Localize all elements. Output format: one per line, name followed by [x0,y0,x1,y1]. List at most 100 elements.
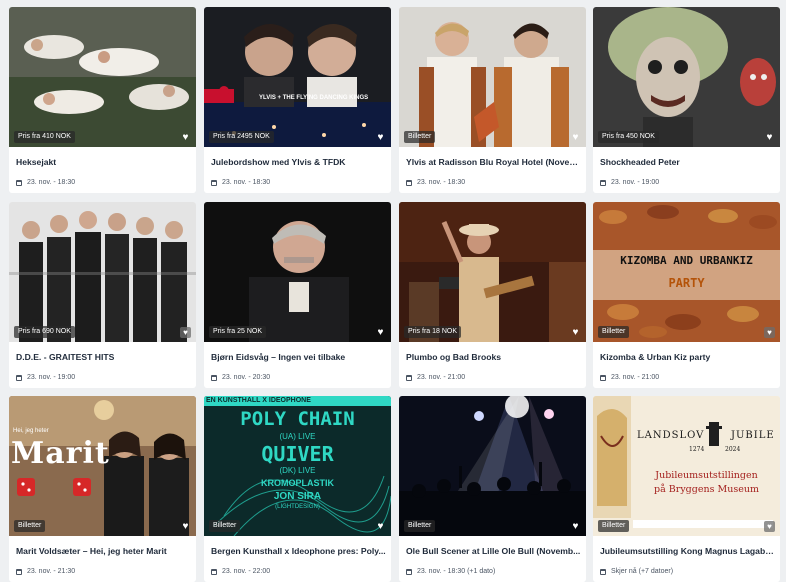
event-image[interactable]: Pris fra 690 NOK ♥ [9,202,196,342]
poster-year: 2024 [725,446,741,453]
event-card[interactable]: Pris fra 410 NOK ♥ Heksejakt 23. nov. - … [9,7,196,193]
event-image[interactable]: Billetter ♥ [399,396,586,536]
calendar-icon [406,568,412,575]
poster-heading: LANDSLOV [637,430,705,441]
poster-top: EN KUNSTHALL X IDEOPHONE [206,397,311,404]
heart-icon[interactable]: ♥ [764,327,775,338]
poster-year: 1274 [689,446,705,453]
poster-line: (DK) LIVE [279,466,316,475]
heart-icon[interactable]: ♥ [375,132,386,143]
heart-icon[interactable]: ♥ [180,327,191,338]
event-image[interactable]: LANDSLOV JUBILE 1274 2024 Jubileumsutsti… [593,396,780,536]
heart-icon[interactable]: ♥ [570,132,581,143]
event-title[interactable]: Marit Voldsæter – Hei, jeg heter Marit [16,546,192,556]
event-card[interactable]: Hei, jeg heter Marit Billetter ♥ Marit V… [9,396,196,582]
event-title[interactable]: Heksejakt [16,157,192,167]
poster-text: YLVIS + THE FLYING DANCING KINGS [259,95,369,101]
event-date: 23. nov. - 18:30 [16,179,75,186]
calendar-icon [211,374,217,381]
event-image[interactable]: Hei, jeg heter Marit Billetter ♥ [9,396,196,536]
poster-line: (UA) LIVE [279,432,316,441]
calendar-icon [211,179,217,186]
event-card[interactable]: LANDSLOV JUBILE 1274 2024 Jubileumsutsti… [593,396,780,582]
event-title[interactable]: Bergen Kunsthall x Ideophone pres: Poly.… [211,546,387,556]
event-date: 23. nov. - 18:30 [406,179,465,186]
price-badge: Pris fra 18 NOK [404,326,462,338]
event-title[interactable]: Kizomba & Urban Kiz party [600,352,776,362]
poster-subtitle: Jubileumsutstillingen [655,470,758,481]
calendar-icon [16,568,22,575]
event-date: 23. nov. - 21:30 [16,568,75,575]
heart-icon[interactable]: ♥ [180,132,191,143]
event-date: 23. nov. - 22:00 [211,568,270,575]
calendar-icon [406,374,412,381]
poster-subline: PARTY [668,276,705,290]
poster-big-text: Marit [11,436,110,471]
event-date: 23. nov. - 18:30 (+1 dato) [406,568,495,575]
calendar-icon [600,568,606,575]
ticket-badge: Billetter [404,520,436,532]
event-title[interactable]: Ole Bull Scener at Lille Ole Bull (Novem… [406,546,582,556]
price-badge: Pris fra 690 NOK [14,326,75,338]
event-card[interactable]: Pris fra 18 NOK ♥ Plumbo og Bad Brooks 2… [399,202,586,388]
event-card[interactable]: Billetter ♥ Ole Bull Scener at Lille Ole… [399,396,586,582]
event-image[interactable]: Pris fra 25 NOK ♥ [204,202,391,342]
event-image[interactable]: Pris fra 18 NOK ♥ [399,202,586,342]
event-card[interactable]: Pris fra 450 NOK ♥ Shockheaded Peter 23.… [593,7,780,193]
event-title[interactable]: Shockheaded Peter [600,157,776,167]
price-badge: Pris fra 410 NOK [14,131,75,143]
event-card[interactable]: KIZOMBA AND URBANKIZ PARTY Billetter ♥ K… [593,202,780,388]
event-grid: Pris fra 410 NOK ♥ Heksejakt 23. nov. - … [0,0,786,582]
heart-icon[interactable]: ♥ [375,327,386,338]
event-image[interactable]: YLVIS + THE FLYING DANCING KINGS Pris fr… [204,7,391,147]
event-date: 23. nov. - 21:00 [406,374,465,381]
event-image[interactable]: EN KUNSTHALL X IDEOPHONE POLY CHAIN (UA)… [204,396,391,536]
event-image[interactable]: Billetter ♥ [399,7,586,147]
poster-line: POLY CHAIN [240,408,355,430]
price-badge: Pris fra 25 NOK [209,326,267,338]
heart-icon[interactable]: ♥ [570,521,581,532]
event-image[interactable]: KIZOMBA AND URBANKIZ PARTY Billetter ♥ [593,202,780,342]
event-image[interactable]: Pris fra 410 NOK ♥ [9,7,196,147]
event-title[interactable]: Bjørn Eidsvåg – Ingen vei tilbake [211,352,387,362]
event-title[interactable]: D.D.E. - GRAITEST HITS [16,352,192,362]
event-date: 23. nov. - 18:30 [211,179,270,186]
calendar-icon [600,179,606,186]
calendar-icon [211,568,217,575]
calendar-icon [600,374,606,381]
poster-heading: JUBILE [731,430,775,441]
price-badge: Pris fra 2495 NOK [209,131,274,143]
poster-small-text: Hei, jeg heter [13,428,49,434]
heart-icon[interactable]: ♥ [180,521,191,532]
poster-line: JON SIRA [273,491,322,502]
heart-icon[interactable]: ♥ [570,327,581,338]
event-title[interactable]: Ylvis at Radisson Blu Royal Hotel (Novem… [406,157,582,167]
poster-headline: KIZOMBA AND URBANKIZ [620,254,753,267]
event-card[interactable]: Billetter ♥ Ylvis at Radisson Blu Royal … [399,7,586,193]
event-image[interactable]: Pris fra 450 NOK ♥ [593,7,780,147]
calendar-icon [16,374,22,381]
event-title[interactable]: Jubileumsutstilling Kong Magnus Lagabøte [600,546,776,556]
event-card[interactable]: Pris fra 25 NOK ♥ Bjørn Eidsvåg – Ingen … [204,202,391,388]
ticket-badge: Billetter [209,520,241,532]
event-date: Skjer nå (+7 datoer) [600,568,673,575]
event-title[interactable]: Julebordshow med Ylvis & TFDK [211,157,387,167]
heart-icon[interactable]: ♥ [764,132,775,143]
event-card[interactable]: YLVIS + THE FLYING DANCING KINGS Pris fr… [204,7,391,193]
poster-line: KROMOPLASTIK [261,478,334,488]
event-date: 23. nov. - 19:00 [16,374,75,381]
poster-subtitle: på Bryggens Museum [654,484,759,495]
poster-line: QUIVER [261,442,334,466]
calendar-icon [406,179,412,186]
ticket-badge: Billetter [404,131,436,143]
ticket-badge: Billetter [14,520,46,532]
event-date: 23. nov. - 19:00 [600,179,659,186]
heart-icon[interactable]: ♥ [375,521,386,532]
heart-icon[interactable]: ♥ [764,521,775,532]
ticket-badge: Billetter [598,520,630,532]
event-card[interactable]: EN KUNSTHALL X IDEOPHONE POLY CHAIN (UA)… [204,396,391,582]
event-title[interactable]: Plumbo og Bad Brooks [406,352,582,362]
event-card[interactable]: Pris fra 690 NOK ♥ D.D.E. - GRAITEST HIT… [9,202,196,388]
calendar-icon [16,179,22,186]
event-date: 23. nov. - 21:00 [600,374,659,381]
